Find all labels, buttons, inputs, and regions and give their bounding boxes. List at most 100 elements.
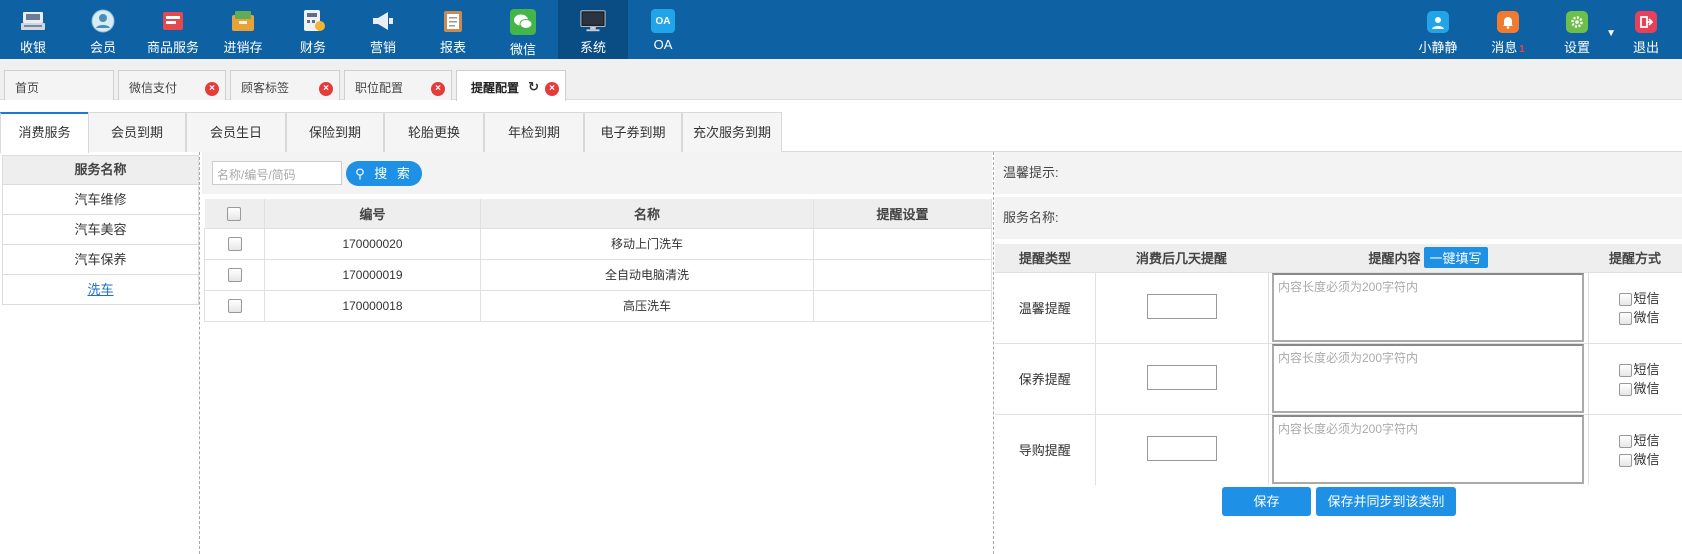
nav-label: 商品服务 <box>146 40 199 55</box>
close-icon[interactable]: × <box>431 82 445 96</box>
settings-label: 设置 <box>1563 40 1590 55</box>
cell-setting <box>813 289 992 322</box>
close-icon[interactable]: × <box>545 82 559 96</box>
page-tab-home[interactable]: 首页 <box>4 70 114 100</box>
wechat-checkbox[interactable] <box>1618 453 1632 467</box>
page-tab-customer-tag[interactable]: 顾客标签 × <box>230 70 340 100</box>
column-header: 提醒设置 <box>813 199 992 228</box>
reminder-row: 温馨提醒 内容长度必须为200字符内 短信 微信 <box>995 271 1682 343</box>
row-checkbox-cell <box>204 289 265 322</box>
page-tab-strip: 首页 微信支付 × 顾客标签 × 职位配置 × 提醒配置 ↻ × <box>0 59 1682 101</box>
page-tab-label: 首页 <box>15 81 40 95</box>
tab-annual-inspection[interactable]: 年检到期 <box>484 112 584 152</box>
nav-member[interactable]: 会员 <box>70 0 136 59</box>
cell-name: 高压洗车 <box>480 289 814 322</box>
message-count-badge: 1 <box>1519 44 1525 55</box>
nav-report[interactable]: 报表 <box>420 0 486 59</box>
nav-messages[interactable]: 消息 1 <box>1476 0 1540 59</box>
wechat-icon <box>510 9 536 35</box>
days-after-input[interactable] <box>1146 435 1217 461</box>
wechat-checkbox[interactable] <box>1618 382 1632 396</box>
nav-settings[interactable]: 设置 ▼ <box>1544 0 1616 59</box>
reminder-type: 导购提醒 <box>995 413 1096 485</box>
divider <box>993 152 994 554</box>
row-checkbox[interactable] <box>227 298 242 313</box>
sms-checkbox[interactable] <box>1618 434 1632 448</box>
sms-option[interactable]: 短信 <box>1589 289 1682 308</box>
monitor-icon <box>580 9 606 33</box>
table-row[interactable]: 170000020 移动上门洗车 <box>204 227 992 260</box>
reminder-settings-table: 提醒类型 消费后几天提醒 提醒内容 一键填写 提醒方式 温馨提醒 内容长度必须为2… <box>995 244 1682 485</box>
tab-member-birthday[interactable]: 会员生日 <box>186 112 286 152</box>
user-name: 小静静 <box>1418 40 1458 55</box>
nav-marketing[interactable]: 营销 <box>350 0 416 59</box>
service-item[interactable]: 汽车维修 <box>3 184 198 214</box>
nav-label: 报表 <box>439 40 466 55</box>
reminder-content-textarea[interactable]: 内容长度必须为200字符内 <box>1272 344 1584 413</box>
nav-user[interactable]: 小静静 <box>1406 0 1470 59</box>
refresh-icon[interactable]: ↻ <box>528 79 539 95</box>
nav-goods-service[interactable]: 商品服务 <box>140 0 206 59</box>
sms-checkbox[interactable] <box>1618 363 1632 377</box>
nav-cashier[interactable]: 收银 <box>0 0 66 59</box>
service-item[interactable]: 汽车保养 <box>3 244 198 274</box>
wechat-option[interactable]: 微信 <box>1589 308 1682 327</box>
nav-finance[interactable]: 财务 <box>280 0 346 59</box>
nav-logout[interactable]: 退出 <box>1614 0 1678 59</box>
sms-option[interactable]: 短信 <box>1589 431 1682 450</box>
logout-label: 退出 <box>1632 40 1659 55</box>
row-checkbox-cell <box>204 227 265 260</box>
column-header-label: 提醒内容 <box>1368 251 1421 267</box>
page-tab-wechat-pay[interactable]: 微信支付 × <box>118 70 226 100</box>
tab-tire-replacement[interactable]: 轮胎更换 <box>384 112 484 152</box>
table-row[interactable]: 170000019 全自动电脑清洗 <box>204 258 992 291</box>
sms-label: 短信 <box>1633 432 1660 448</box>
wechat-option[interactable]: 微信 <box>1589 450 1682 469</box>
one-click-fill-button[interactable]: 一键填写 <box>1423 247 1488 269</box>
tab-prepaid-service-expiry[interactable]: 充次服务到期 <box>682 112 782 152</box>
service-item[interactable]: 汽车美容 <box>3 214 198 244</box>
close-icon[interactable]: × <box>319 82 333 96</box>
reminder-content-textarea[interactable]: 内容长度必须为200字符内 <box>1272 415 1584 485</box>
nav-inventory[interactable]: 进销存 <box>210 0 276 59</box>
nav-label: 微信 <box>509 42 536 57</box>
days-after-input[interactable] <box>1146 364 1217 390</box>
search-button[interactable]: ⚲ 搜 索 <box>346 161 422 186</box>
tip-row: 温馨提示: <box>995 152 1682 194</box>
wechat-checkbox[interactable] <box>1618 311 1632 325</box>
search-input[interactable]: 名称/编号/简码 <box>212 161 342 185</box>
tab-member-expiry[interactable]: 会员到期 <box>88 112 186 152</box>
nav-system[interactable]: 系统 <box>558 0 628 59</box>
inventory-icon <box>230 9 256 33</box>
save-button[interactable]: 保存 <box>1222 487 1311 516</box>
divider <box>199 152 200 554</box>
reminder-content-textarea[interactable]: 内容长度必须为200字符内 <box>1272 273 1584 342</box>
service-item-selected[interactable]: 洗车 <box>3 274 198 304</box>
row-checkbox[interactable] <box>227 236 242 251</box>
nav-oa[interactable]: OA OA <box>630 0 696 59</box>
reminder-row: 保养提醒 内容长度必须为200字符内 短信 微信 <box>995 342 1682 414</box>
page-tab-reminder-config[interactable]: 提醒配置 ↻ × <box>456 70 566 101</box>
save-and-sync-button[interactable]: 保存并同步到该类别 <box>1316 487 1456 516</box>
tab-insurance-expiry[interactable]: 保险到期 <box>286 112 384 152</box>
row-checkbox[interactable] <box>227 267 242 282</box>
sms-option[interactable]: 短信 <box>1589 360 1682 379</box>
oa-icon-text: OA <box>655 15 671 27</box>
logout-icon <box>1635 11 1657 33</box>
top-navigation-bar: 收银 会员 商品服务 进销存 财务 营销 报表 微信 系统 OA OA 小静静 … <box>0 0 1682 59</box>
oa-icon: OA <box>651 9 675 33</box>
cell-name: 全自动电脑清洗 <box>480 258 814 291</box>
sms-checkbox[interactable] <box>1618 292 1632 306</box>
nav-wechat[interactable]: 微信 <box>490 0 556 59</box>
select-all-checkbox[interactable] <box>227 207 242 222</box>
messages-label: 消息 <box>1491 40 1518 55</box>
tab-ecoupon-expiry[interactable]: 电子券到期 <box>584 112 682 152</box>
days-after-input[interactable] <box>1146 293 1217 319</box>
tab-consumption-service[interactable]: 消费服务 <box>0 112 89 153</box>
wechat-option[interactable]: 微信 <box>1589 379 1682 398</box>
page-tab-position-config[interactable]: 职位配置 × <box>344 70 452 100</box>
table-row[interactable]: 170000018 高压洗车 <box>204 289 992 322</box>
sms-label: 短信 <box>1633 290 1660 306</box>
page-tab-label: 职位配置 <box>355 81 404 95</box>
close-icon[interactable]: × <box>205 82 219 96</box>
